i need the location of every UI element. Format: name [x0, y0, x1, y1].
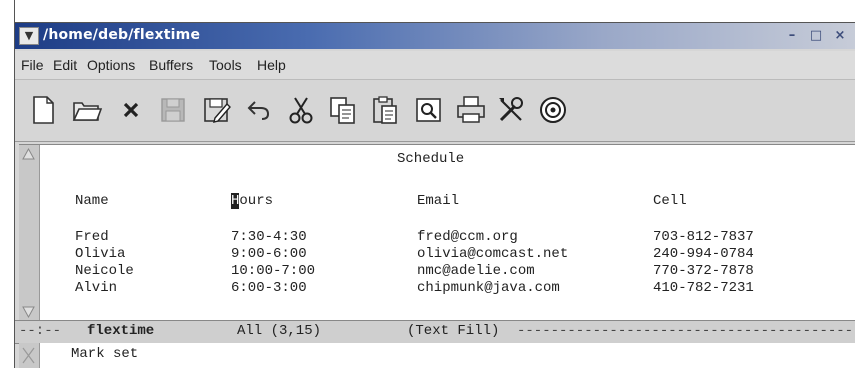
minibuffer[interactable]: Mark set	[19, 343, 855, 368]
mode-line[interactable]: --:-- flextime All (3,15) (Text Fill) --…	[15, 320, 855, 344]
column-header-name: Name	[75, 193, 109, 209]
menu-edit[interactable]: Edit	[53, 57, 77, 73]
modeline-fill: ----------------------------------------…	[517, 323, 855, 339]
toolbar	[15, 81, 855, 142]
window-title: /home/deb/flextime	[43, 27, 201, 43]
minibuffer-message: Mark set	[71, 346, 139, 362]
row-name: Olivia	[75, 246, 126, 262]
row-cell: 703-812-7837	[653, 229, 754, 245]
save-icon[interactable]	[157, 94, 189, 126]
vertical-scrollbar[interactable]	[19, 145, 40, 321]
open-folder-icon[interactable]	[71, 94, 103, 126]
title-bar[interactable]: ▼ /home/deb/flextime – □ ×	[15, 23, 855, 49]
tools-icon[interactable]	[495, 94, 527, 126]
search-icon[interactable]	[413, 94, 445, 126]
row-name: Fred	[75, 229, 109, 245]
menu-tools[interactable]: Tools	[209, 57, 242, 73]
menu-file[interactable]: File	[21, 57, 44, 73]
row-name: Neicole	[75, 263, 134, 279]
row-hours: 9:00-6:00	[231, 246, 307, 262]
emacs-window: ▼ /home/deb/flextime – □ × File Edit Opt…	[14, 22, 855, 368]
row-email: chipmunk@java.com	[417, 280, 560, 296]
paste-icon[interactable]	[369, 94, 401, 126]
window-menu-icon[interactable]: ▼	[19, 27, 39, 45]
modeline-mode: (Text Fill)	[407, 323, 500, 339]
save-as-icon[interactable]	[201, 94, 233, 126]
row-email: nmc@adelie.com	[417, 263, 535, 279]
minimize-icon[interactable]: –	[783, 27, 801, 44]
scroll-up-icon[interactable]	[21, 147, 36, 161]
modeline-prefix: --:--	[19, 323, 62, 339]
scroll-down-icon[interactable]	[21, 305, 36, 319]
new-file-icon[interactable]	[27, 94, 59, 126]
row-cell: 240-994-0784	[653, 246, 754, 262]
modeline-buffer-name: flextime	[87, 323, 155, 339]
menu-options[interactable]: Options	[87, 57, 135, 73]
row-cell: 770-372-7878	[653, 263, 754, 279]
close-icon[interactable]	[115, 94, 147, 126]
buffer-heading: Schedule	[397, 151, 465, 167]
column-header-hours: Hours	[231, 193, 274, 209]
row-email: olivia@comcast.net	[417, 246, 569, 262]
row-hours: 7:30-4:30	[231, 229, 307, 245]
modeline-position: All (3,15)	[237, 323, 322, 339]
editor-buffer[interactable]: Schedule Name Hours Email Cell Fred 7:30…	[19, 144, 855, 321]
print-icon[interactable]	[455, 94, 487, 126]
column-header-email: Email	[417, 193, 460, 209]
desktop-edge	[0, 0, 15, 367]
info-icon[interactable]	[537, 94, 569, 126]
copy-icon[interactable]	[327, 94, 359, 126]
row-email: fred@ccm.org	[417, 229, 518, 245]
maximize-icon[interactable]: □	[807, 27, 825, 44]
scroll-corner-icon	[22, 347, 35, 364]
menu-buffers[interactable]: Buffers	[149, 57, 193, 73]
menu-help[interactable]: Help	[257, 57, 286, 73]
row-hours: 10:00-7:00	[231, 263, 316, 279]
minibuffer-scrollbar	[19, 343, 40, 368]
undo-icon[interactable]	[243, 94, 275, 126]
close-window-icon[interactable]: ×	[831, 27, 849, 44]
row-name: Alvin	[75, 280, 118, 296]
row-hours: 6:00-3:00	[231, 280, 307, 296]
column-header-cell: Cell	[653, 193, 687, 209]
menu-bar: File Edit Options Buffers Tools Help	[15, 51, 855, 80]
cut-icon[interactable]	[285, 94, 317, 126]
row-cell: 410-782-7231	[653, 280, 754, 296]
